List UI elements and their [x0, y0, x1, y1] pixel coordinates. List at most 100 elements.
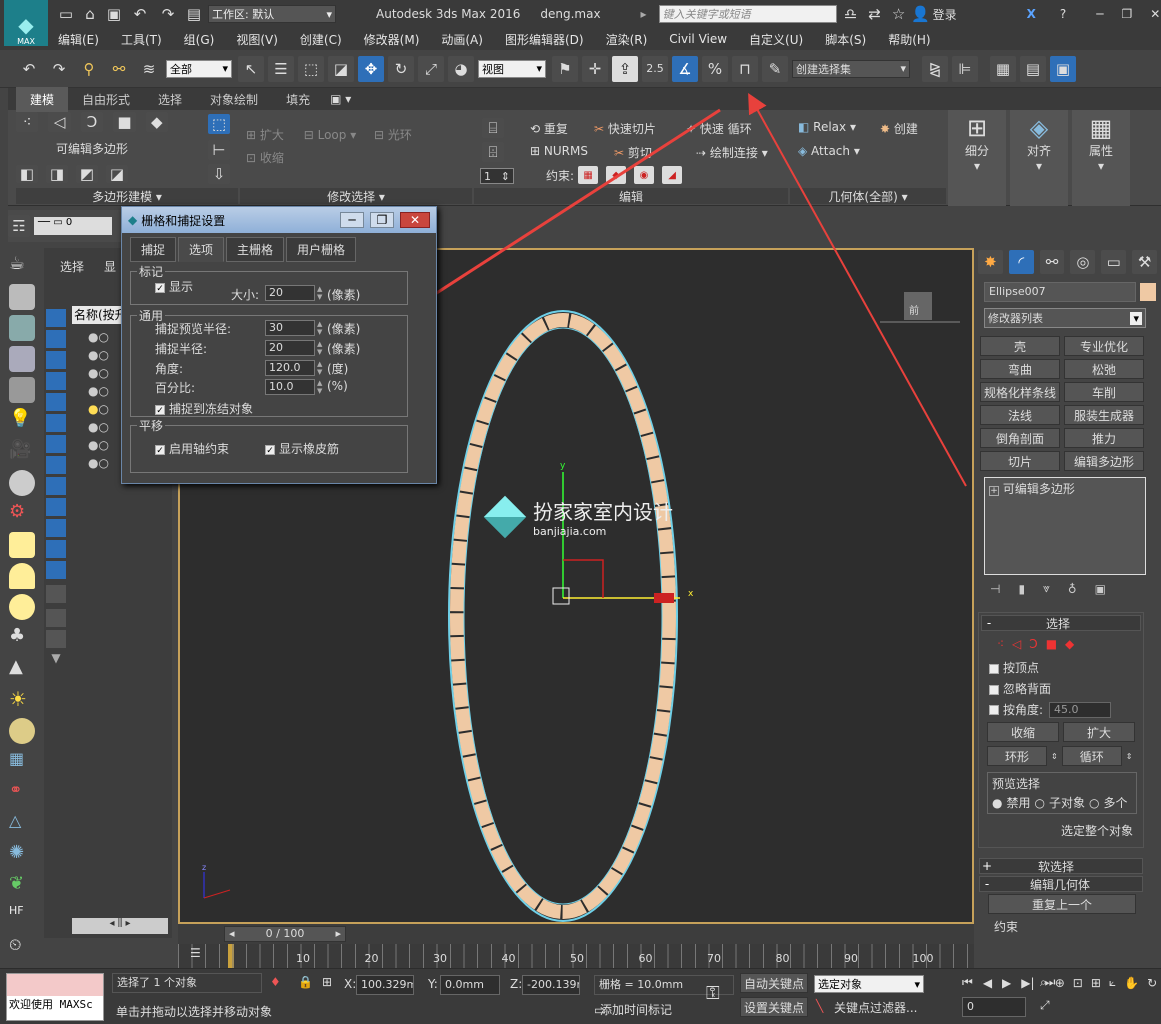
- plane-icon[interactable]: [9, 532, 35, 558]
- filter-frozen-icon[interactable]: [46, 519, 66, 537]
- object-color-swatch[interactable]: [1140, 283, 1156, 301]
- filter-bone-icon[interactable]: [46, 477, 66, 495]
- collapse-stack-icon[interactable]: ⇩: [208, 164, 230, 184]
- menu-item-3[interactable]: 视图(V): [236, 31, 278, 48]
- modifier-button-3[interactable]: 松弛: [1064, 359, 1144, 379]
- binoculars-icon[interactable]: ♎: [841, 1, 861, 27]
- pan-icon[interactable]: ✋: [1124, 976, 1139, 990]
- zoom-extents-icon[interactable]: ⊡: [1073, 976, 1083, 990]
- element-icon[interactable]: ◆: [145, 112, 169, 132]
- configure-sets-icon[interactable]: ▣: [1095, 582, 1106, 596]
- layer-icon[interactable]: ▦: [990, 55, 1016, 82]
- menu-item-0[interactable]: 编辑(E): [58, 31, 99, 48]
- track-bar[interactable]: 10 20 30 40 50 60 70 80 90 100: [178, 944, 974, 968]
- teapot-icon[interactable]: ☕: [9, 253, 35, 279]
- help-icon[interactable]: ?: [1060, 7, 1066, 21]
- pin-icon[interactable]: ⊣: [990, 582, 1000, 596]
- vertex-mode-icon[interactable]: ⁖: [997, 637, 1004, 651]
- stack-expand-icon[interactable]: +: [989, 486, 999, 496]
- remove-modifier-icon[interactable]: ♁: [1068, 582, 1077, 596]
- snap-radius-spinner[interactable]: ▲ ▼: [317, 340, 325, 356]
- menu-item-11[interactable]: 脚本(S): [825, 31, 866, 48]
- mirror-icon[interactable]: ⧎: [922, 55, 948, 82]
- by-angle-checkbox[interactable]: [989, 704, 999, 715]
- ring-button[interactable]: 环形: [987, 746, 1047, 766]
- ellipse-ring[interactable]: [450, 313, 676, 919]
- menu-item-5[interactable]: 修改器(M): [364, 31, 420, 48]
- menu-item-6[interactable]: 动画(A): [441, 31, 483, 48]
- display-tab-icon[interactable]: ▭: [1101, 250, 1127, 274]
- place-icon[interactable]: ◕: [448, 55, 474, 82]
- ring-button[interactable]: 光环: [388, 128, 412, 142]
- set-key-button[interactable]: 设置关键点: [740, 997, 808, 1017]
- dialog-tab-home-grid[interactable]: 主栅格: [226, 237, 285, 262]
- loop-button[interactable]: Loop: [318, 128, 347, 142]
- dialog-title-bar[interactable]: ◆ 栅格和捕捉设置 ─ ❐ ✕: [122, 207, 436, 233]
- constraint-surface-icon[interactable]: ◢: [662, 166, 683, 184]
- utilities-tab-icon[interactable]: ⚒: [1132, 250, 1157, 274]
- dome-icon[interactable]: [9, 563, 35, 589]
- align-icon[interactable]: ⊫: [952, 55, 978, 82]
- modifier-button-7[interactable]: 服装生成器: [1064, 405, 1144, 425]
- rotate-icon[interactable]: ↻: [388, 55, 414, 82]
- show-checkbox[interactable]: [155, 282, 165, 293]
- rubber-band-checkbox[interactable]: [265, 444, 275, 455]
- key-filters-button[interactable]: 关键点过滤器...: [834, 999, 917, 1016]
- search-input[interactable]: 键入关键字或短语: [658, 5, 837, 23]
- filter-helper-icon[interactable]: [46, 393, 66, 411]
- snaps-toggle-icon[interactable]: 2.5: [642, 55, 668, 82]
- minimize-icon[interactable]: ─: [1096, 7, 1103, 21]
- create-button[interactable]: 创建: [894, 122, 918, 136]
- menu-item-12[interactable]: 帮助(H): [888, 31, 930, 48]
- funnel-icon[interactable]: ▼: [46, 651, 66, 669]
- modifier-button-5[interactable]: 车削: [1064, 382, 1144, 402]
- redo-icon[interactable]: ↷: [156, 1, 180, 27]
- shrink-button[interactable]: 收缩: [260, 151, 284, 165]
- dialog-tab-options[interactable]: 选项: [178, 237, 225, 262]
- graphite-toggle-icon[interactable]: ▤: [1020, 55, 1046, 82]
- selection-filter-dropdown[interactable]: 全部 ▾: [166, 59, 232, 78]
- preview-disabled-radio[interactable]: ●: [992, 796, 1002, 810]
- window-crossing-icon[interactable]: ◪: [328, 55, 354, 82]
- sun-icon[interactable]: ☀: [9, 687, 35, 713]
- scene-object-list[interactable]: ●○ ●○ ●○ ●○ ●○ ●○ ●○ ●○: [88, 328, 109, 472]
- named-selection-dropdown[interactable]: 创建选择集 ▾: [792, 59, 910, 78]
- border-icon[interactable]: Ↄ: [80, 112, 104, 132]
- save-icon[interactable]: ▣: [104, 1, 124, 27]
- filter-all-icon[interactable]: [46, 561, 66, 579]
- app-logo[interactable]: ◆ MAX: [4, 0, 48, 46]
- layers-icon[interactable]: [9, 346, 35, 372]
- object-name-field[interactable]: Ellipse007: [984, 282, 1136, 302]
- constraint-normal-icon[interactable]: ◉: [634, 166, 655, 184]
- gizmo-x-arrow[interactable]: [654, 593, 674, 603]
- plant-icon[interactable]: ♣: [9, 625, 35, 651]
- constraint-none-icon[interactable]: ⌸: [482, 118, 504, 138]
- element-mode-icon[interactable]: ◆: [1065, 637, 1074, 651]
- angle-input[interactable]: 120.0: [265, 360, 315, 376]
- by-angle-input[interactable]: 45.0: [1049, 701, 1112, 718]
- dialog-close-icon[interactable]: ✕: [400, 212, 430, 228]
- modifier-button-8[interactable]: 倒角剖面: [980, 428, 1060, 448]
- keyboard-shortcut-icon[interactable]: ⇪: [612, 55, 638, 82]
- modifier-button-10[interactable]: 切片: [980, 451, 1060, 471]
- edge-icon[interactable]: ◁: [48, 112, 71, 132]
- rect-select-icon[interactable]: ⬚: [298, 55, 324, 82]
- soft-select-rollout[interactable]: + 软选择: [979, 858, 1143, 874]
- show-end-result-icon[interactable]: ⬚: [208, 114, 230, 134]
- layer-manager-icon[interactable]: ☶: [8, 215, 30, 237]
- dialog-restore-icon[interactable]: ❐: [370, 212, 394, 228]
- manipulate-icon[interactable]: ✛: [582, 55, 608, 82]
- grass-icon[interactable]: ❦: [9, 873, 35, 899]
- filter-container-icon[interactable]: [46, 498, 66, 516]
- modifier-button-2[interactable]: 弯曲: [980, 359, 1060, 379]
- border-mode-icon[interactable]: Ↄ: [1029, 637, 1037, 651]
- login-link[interactable]: 登录: [933, 6, 957, 23]
- subdivide-panel[interactable]: ⊞ 细分 ▾: [948, 110, 1006, 206]
- modifier-button-4[interactable]: 规格化样条线: [980, 382, 1060, 402]
- redo-toolbar-icon[interactable]: ↷: [46, 56, 72, 82]
- display-all-icon[interactable]: [46, 585, 66, 603]
- link-icon[interactable]: ⚲: [76, 56, 102, 82]
- constraint-face-icon[interactable]: ◆: [606, 166, 627, 184]
- quickslice-button[interactable]: 快速切片: [608, 122, 656, 136]
- menu-item-10[interactable]: 自定义(U): [749, 31, 803, 48]
